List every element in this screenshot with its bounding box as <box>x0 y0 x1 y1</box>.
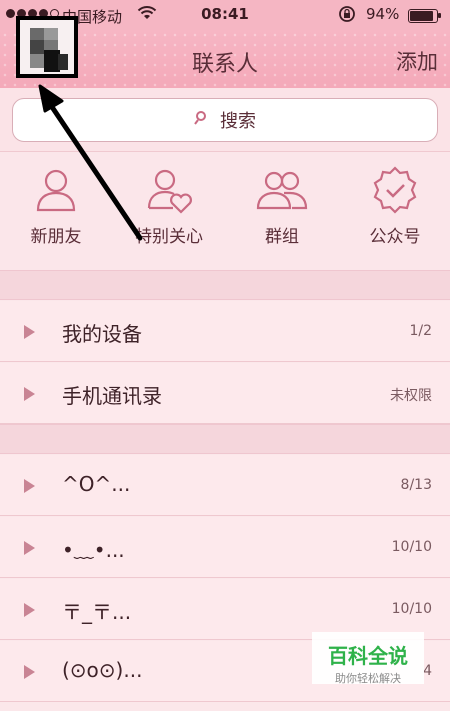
search-icon <box>194 110 210 131</box>
quick-action-label: 群组 <box>265 227 299 247</box>
watermark-title: 百科全说 <box>328 644 408 668</box>
new-friends-button[interactable]: 新朋友 <box>0 160 112 266</box>
rotation-lock-icon <box>338 5 356 27</box>
friend-group-row[interactable]: ^O^... 8/13 <box>0 455 450 516</box>
special-care-button[interactable]: 特别关心 <box>113 160 225 266</box>
watermark-subtitle: 助你轻松解决 <box>335 672 401 685</box>
person-icon <box>36 169 76 212</box>
group-icon <box>256 171 308 210</box>
friend-group-row[interactable]: 〒_〒... 10/10 <box>0 579 450 640</box>
group-name: 手机通讯录 <box>62 384 162 408</box>
group-name: (⊙o⊙)... <box>62 658 143 682</box>
group-name: 我的设备 <box>62 322 142 346</box>
expand-arrow-icon <box>24 541 35 555</box>
group-name: 〒_〒... <box>62 600 132 624</box>
person-heart-icon <box>147 169 192 214</box>
group-count: 1/2 <box>409 323 432 339</box>
expand-arrow-icon <box>24 479 35 493</box>
official-accounts-button[interactable]: 公众号 <box>339 160 450 266</box>
battery-percent: 94% <box>366 5 400 23</box>
group-count: 10/10 <box>391 601 432 617</box>
group-row[interactable]: 我的设备 1/2 <box>0 301 450 362</box>
group-count: 8/13 <box>400 477 432 493</box>
quick-actions: 新朋友 特别关心 群组 公众号 <box>0 152 450 270</box>
friend-group-row[interactable]: •﹏•... 10/10 <box>0 517 450 578</box>
expand-arrow-icon <box>24 603 35 617</box>
groups-button[interactable]: 群组 <box>226 160 338 266</box>
expand-arrow-icon <box>24 665 35 679</box>
avatar[interactable] <box>16 16 78 78</box>
section-divider <box>0 424 450 454</box>
badge-check-icon <box>373 166 417 214</box>
group-name: ^O^... <box>62 472 131 496</box>
group-name: •﹏•... <box>62 538 125 562</box>
search-input[interactable]: 搜索 <box>12 98 438 142</box>
group-count: 未权限 <box>390 388 432 404</box>
quick-action-label: 公众号 <box>369 227 421 247</box>
search-placeholder: 搜索 <box>220 111 256 132</box>
watermark-logo: 百科全说 助你轻松解决 <box>312 632 424 685</box>
quick-action-label: 特别关心 <box>135 227 203 247</box>
section-divider <box>0 270 450 300</box>
expand-arrow-icon <box>24 387 35 401</box>
group-count: 4 <box>423 663 432 679</box>
search-bar-area: 搜索 <box>0 88 450 152</box>
quick-action-label: 新朋友 <box>30 227 82 247</box>
group-row[interactable]: 手机通讯录 未权限 <box>0 363 450 424</box>
add-button[interactable]: 添加 <box>396 46 438 76</box>
battery-icon <box>408 9 441 23</box>
group-count: 10/10 <box>391 539 432 555</box>
expand-arrow-icon <box>24 325 35 339</box>
